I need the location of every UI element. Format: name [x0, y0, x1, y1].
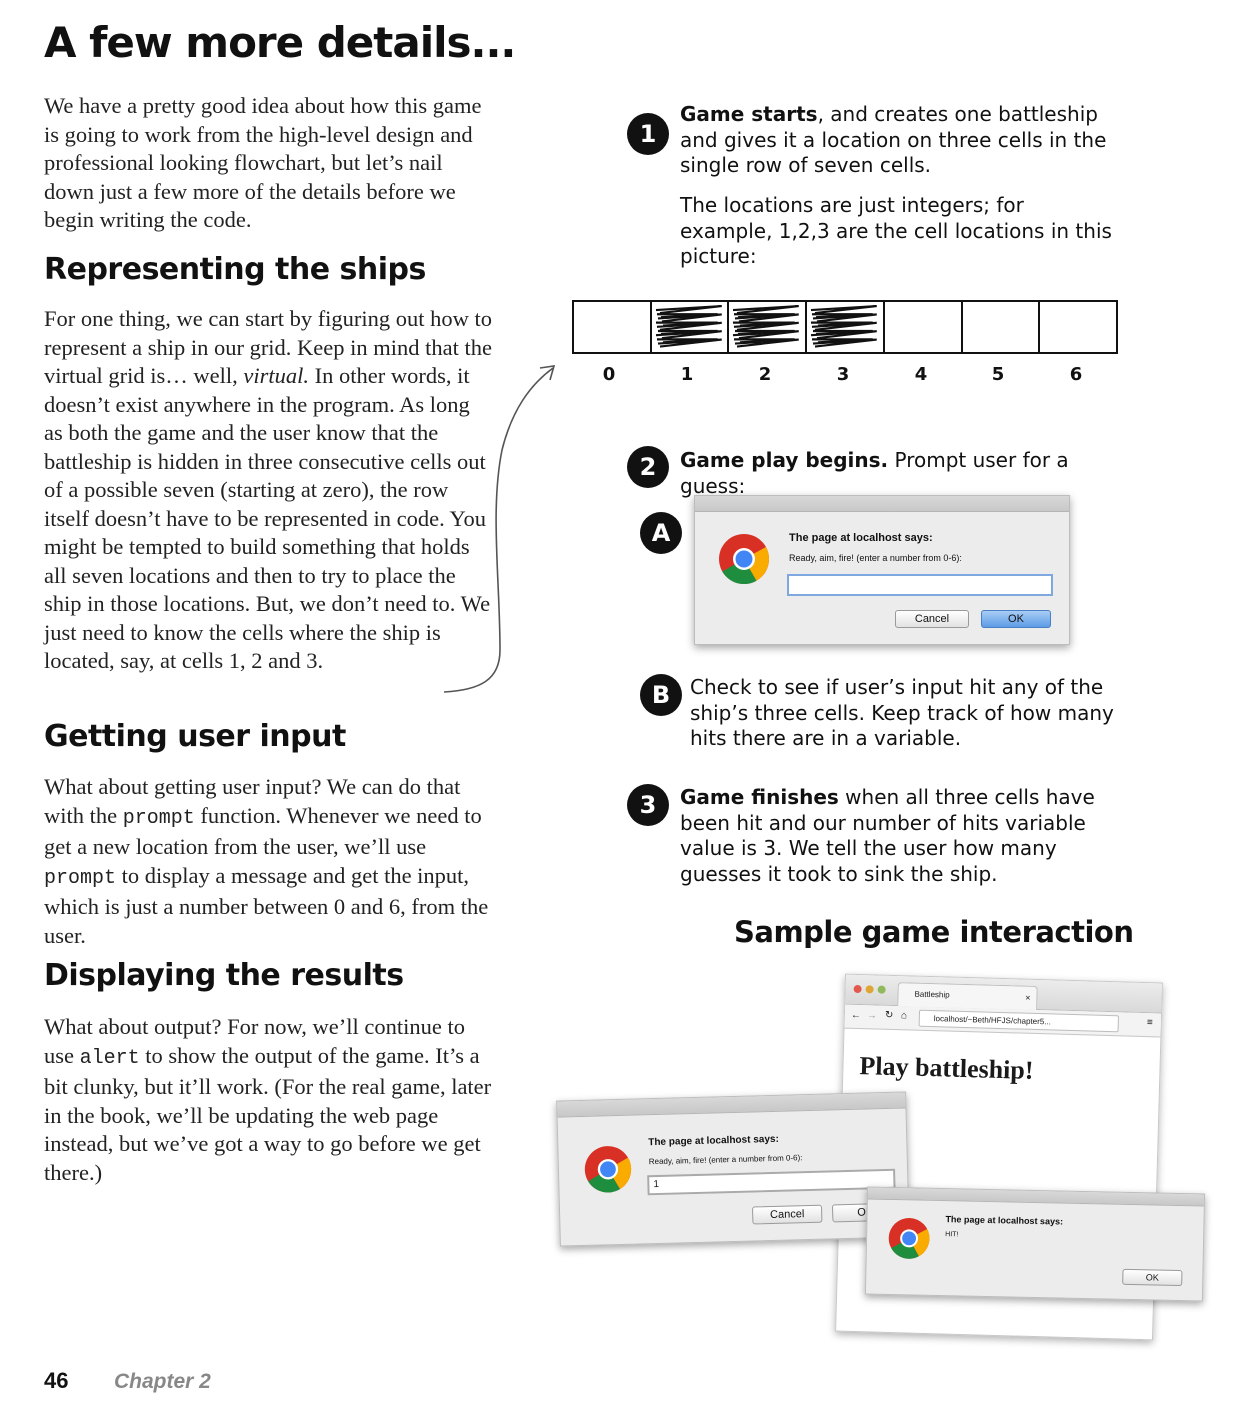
dialog-title: The page at localhost says: [648, 1133, 779, 1149]
results-paragraph: What about output? For now, we’ll contin… [44, 1013, 494, 1187]
dialog-message: Ready, aim, fire! (enter a number from 0… [648, 1153, 803, 1167]
step-2-badge: 2 [627, 446, 669, 488]
heading-getting-input: Getting user input [44, 719, 346, 754]
sample-prompt-dialog: The page at localhost says: Ready, aim, … [556, 1091, 910, 1247]
grid-cell [885, 302, 963, 352]
cell-index: 6 [1069, 364, 1083, 385]
page-number: 46 [44, 1368, 69, 1393]
minimize-window-icon[interactable] [865, 985, 874, 994]
dialog-message: HIT! [945, 1231, 959, 1239]
close-window-icon[interactable] [853, 984, 862, 994]
ships-emphasis: virtual. [243, 363, 309, 388]
guess-input[interactable]: 1 [647, 1168, 896, 1196]
cell-index: 4 [914, 364, 928, 385]
chrome-logo-icon [719, 534, 770, 585]
cell-index: 1 [680, 364, 694, 385]
prompt-code-2: prompt [44, 866, 117, 890]
reload-icon[interactable]: ↻ [885, 1010, 894, 1021]
ships-text-2: In other words, it doesn’t exist anywher… [44, 363, 491, 673]
step-2-bold: Game play begins. [680, 448, 889, 472]
cell-index: 0 [602, 364, 616, 385]
prompt-dialog: The page at localhost says: Ready, aim, … [694, 495, 1070, 645]
dialog-title: The page at localhost says: [945, 1214, 1064, 1227]
dialog-titlebar [557, 1092, 906, 1118]
cancel-button[interactable]: Cancel [895, 610, 969, 628]
grid-cell [652, 302, 730, 352]
sample-heading: Sample game interaction [734, 915, 1134, 949]
menu-icon[interactable]: ≡ [1147, 1017, 1153, 1028]
cell-index: 5 [991, 364, 1005, 385]
chrome-logo-icon [584, 1146, 632, 1193]
ship-scribble-icon [733, 304, 800, 348]
ship-scribble-icon [655, 304, 722, 348]
step-3-text: Game finishes when all three cells have … [680, 785, 1120, 887]
back-arrow-icon[interactable]: ← [851, 1010, 861, 1021]
step-b-text: Check to see if user’s input hit any of … [690, 675, 1114, 750]
grid-cell [963, 302, 1041, 352]
ship-scribble-icon [811, 304, 878, 348]
input-paragraph: What about getting user input? We can do… [44, 773, 494, 950]
heading-representing-ships: Representing the ships [44, 252, 426, 287]
ships-paragraph: For one thing, we can start by figuring … [44, 305, 494, 676]
tab-title: Battleship [914, 989, 950, 1000]
address-bar[interactable]: localhost/~Beth/HFJS/chapter5... [918, 1009, 1120, 1033]
cell-index: 2 [758, 364, 772, 385]
maximize-window-icon[interactable] [877, 985, 886, 994]
prompt-code-1: prompt [122, 806, 195, 830]
grid-cell [729, 302, 808, 352]
dialog-title: The page at localhost says: [789, 532, 933, 544]
step-3-bold: Game finishes [680, 785, 839, 809]
step-3-badge: 3 [627, 784, 669, 826]
step-1-bold: Game starts [680, 102, 818, 126]
step-b-badge: B [640, 674, 682, 716]
alert-code: alert [79, 1046, 140, 1070]
grid-cell [574, 302, 652, 352]
page-title: A few more details... [44, 18, 516, 67]
browser-page-heading: Play battleship! [859, 1051, 1034, 1085]
grid-cell [807, 302, 885, 352]
ok-button[interactable]: OK [1122, 1268, 1183, 1287]
sample-alert-dialog: The page at localhost says: HIT! OK [864, 1186, 1206, 1302]
step-1-badge: 1 [627, 113, 669, 155]
ok-button[interactable]: OK [981, 610, 1051, 628]
step-a-badge: A [640, 512, 682, 554]
guess-input[interactable] [787, 574, 1053, 596]
cell-index: 3 [836, 364, 850, 385]
tab-close-icon[interactable]: × [1025, 987, 1031, 1009]
curved-arrow-icon [443, 365, 556, 693]
grid-cell [1040, 302, 1116, 352]
cancel-button[interactable]: Cancel [751, 1204, 823, 1225]
dialog-message: Ready, aim, fire! (enter a number from 0… [789, 553, 962, 563]
home-icon[interactable]: ⌂ [901, 1010, 907, 1021]
step-2-text: Game play begins. Prompt user for a gues… [680, 448, 1140, 499]
chrome-logo-icon [888, 1217, 930, 1259]
intro-paragraph: We have a pretty good idea about how thi… [44, 93, 482, 232]
chapter-label: Chapter 2 [114, 1370, 211, 1393]
forward-arrow-icon[interactable]: → [867, 1010, 877, 1021]
step-1-note: The locations are just integers; for exa… [680, 193, 1112, 268]
ship-grid [572, 300, 1118, 354]
dialog-titlebar [695, 496, 1069, 512]
heading-displaying-results: Displaying the results [44, 958, 404, 993]
step-1-text: Game starts, and creates one battleship … [680, 102, 1130, 179]
